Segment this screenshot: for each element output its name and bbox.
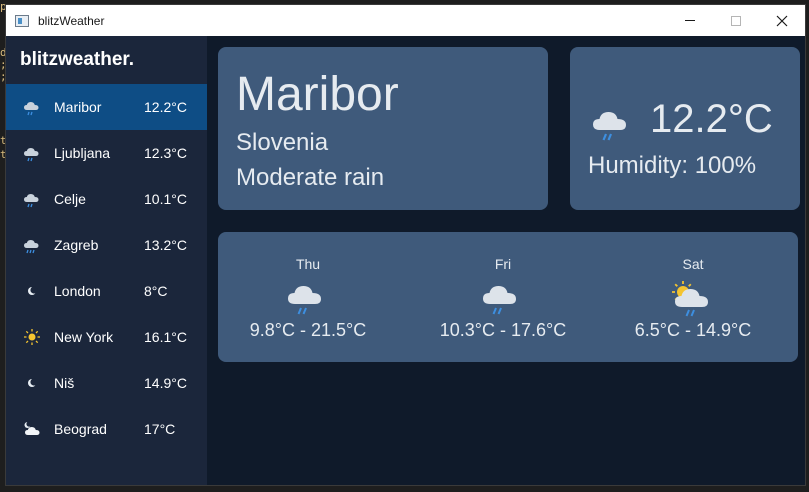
forecast-day-fri: Fri 10.3°C - 17.6°C [413, 232, 593, 362]
current-temp: 12.2°C [650, 97, 773, 141]
forecast-range: 10.3°C - 17.6°C [439, 320, 567, 340]
city-item-celje[interactable]: Celje 10.1°C [6, 176, 207, 222]
app-content: blitzweather. Maribor 12.2°C Ljubljana 1… [6, 36, 805, 485]
city-temp: 17°C [144, 421, 176, 437]
sun-rain-cloud-icon [672, 281, 708, 317]
location-card: Maribor Slovenia Moderate rain [218, 47, 548, 210]
city-temp: 8°C [144, 283, 168, 299]
city-temp: 14.9°C [144, 375, 187, 391]
current-weather-card: 12.2°C Humidity: 100% [570, 47, 800, 210]
city-temp: 12.2°C [144, 99, 187, 115]
city-name: Ljubljana [54, 145, 111, 161]
close-button[interactable] [759, 5, 805, 36]
city-item-new-york[interactable]: New York 16.1°C [6, 314, 207, 360]
crescent-moon-icon [28, 286, 38, 295]
rain-cloud-icon [24, 148, 39, 162]
location-city: Maribor [236, 68, 399, 121]
forecast-day-sat: Sat 6.5°C - 14.9°C [603, 232, 783, 362]
city-item-maribor[interactable]: Maribor 12.2°C [6, 84, 207, 130]
maximize-button[interactable] [713, 5, 759, 36]
forecast-day-label: Sat [682, 256, 704, 272]
city-item-nis[interactable]: Niš 14.9°C [6, 360, 207, 406]
rain-cloud-icon [24, 194, 39, 208]
window-title: blitzWeather [38, 13, 105, 28]
forecast-day-label: Fri [494, 256, 512, 272]
sun-icon [24, 329, 40, 345]
weather-condition: Moderate rain [236, 164, 385, 191]
location-country: Slovenia [236, 129, 329, 156]
city-name: Beograd [54, 421, 107, 437]
city-name: London [54, 283, 101, 299]
rain-cloud-icon [483, 286, 516, 315]
city-name: Celje [54, 191, 86, 207]
city-temp: 16.1°C [144, 329, 187, 345]
crescent-moon-icon [28, 378, 38, 387]
moon-cloud-icon [24, 421, 40, 435]
close-icon [776, 15, 788, 26]
window-controls [667, 5, 805, 36]
sidebar: blitzweather. Maribor 12.2°C Ljubljana 1… [6, 36, 207, 485]
city-item-ljubljana[interactable]: Ljubljana 12.3°C [6, 130, 207, 176]
city-name: New York [54, 329, 114, 345]
forecast-day-thu: Thu 9.8°C - 21.5°C [218, 232, 398, 362]
city-name: Niš [54, 375, 75, 391]
rain-cloud-icon [24, 102, 39, 116]
minimize-icon [685, 20, 695, 21]
rain-cloud-icon [288, 286, 321, 315]
rain-cloud-icon [593, 112, 626, 141]
forecast-day-label: Thu [295, 256, 321, 272]
title-bar[interactable]: blitzWeather [6, 5, 805, 36]
city-temp: 10.1°C [144, 191, 187, 207]
city-item-london[interactable]: London 8°C [6, 268, 207, 314]
app-window: blitzWeather blitzweather. Maribor 12.2°… [5, 4, 806, 486]
city-list: Maribor 12.2°C Ljubljana 12.3°C Celje 10… [6, 84, 207, 452]
forecast-range: 9.8°C - 21.5°C [249, 320, 367, 340]
forecast-card: Thu 9.8°C - 21.5°C Fri 10.3°C - 17.6°C S… [218, 232, 798, 362]
forecast-range: 6.5°C - 14.9°C [634, 320, 752, 340]
city-temp: 13.2°C [144, 237, 187, 253]
city-name: Maribor [54, 99, 102, 115]
city-temp: 12.3°C [144, 145, 187, 161]
minimize-button[interactable] [667, 5, 713, 36]
maximize-icon [731, 15, 741, 26]
app-icon [15, 14, 29, 27]
city-item-zagreb[interactable]: Zagreb 13.2°C [6, 222, 207, 268]
city-name: Zagreb [54, 237, 99, 253]
humidity-readout: Humidity: 100% [588, 152, 757, 179]
city-item-beograd[interactable]: Beograd 17°C [6, 406, 207, 452]
rain-cloud-icon [24, 240, 39, 254]
brand-logo: blitzweather. [20, 49, 135, 70]
